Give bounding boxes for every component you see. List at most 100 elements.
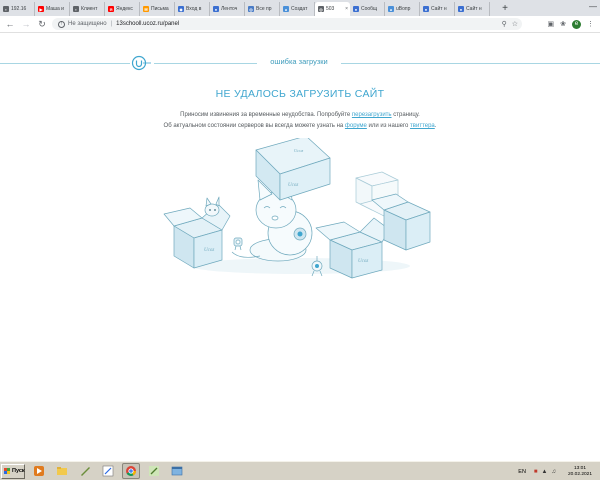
navigation-bar: ← → ↻ ! Не защищено | 13schooll.ucoz.ru/… — [0, 16, 600, 33]
users-icon: ● — [353, 6, 359, 12]
back-icon[interactable]: ← — [4, 18, 16, 30]
edit-icon[interactable] — [145, 463, 163, 479]
tab-title: Клиент — [81, 6, 98, 12]
browser-tab[interactable]: ● Ленточ — [210, 2, 245, 16]
browser-tab[interactable]: Я Яндекс — [105, 2, 140, 16]
tab-title: 192.16 — [11, 6, 27, 12]
window-icon[interactable] — [168, 463, 186, 479]
reload-icon[interactable]: ↻ — [36, 18, 48, 30]
globe-icon: ◎ — [248, 6, 254, 12]
browser-tab[interactable]: ▪ Клиент — [70, 2, 105, 16]
message-text: . — [434, 123, 437, 129]
tab-title: Маша и — [46, 6, 64, 12]
taskbar: Пуск EN ■ ▲ ♫ 13:01 20.02.2021 — [0, 461, 600, 480]
ucoz-logo[interactable] — [131, 54, 153, 72]
network-icon[interactable]: ▲ — [542, 469, 548, 475]
tab-title: Письма — [151, 6, 169, 12]
page-title: НЕ УДАЛОСЬ ЗАГРУЗИТЬ САЙТ — [215, 88, 385, 100]
apology-message: Приносим извинения за временные неудобст… — [0, 112, 600, 118]
browser-tab[interactable]: ◎ Все пр — [245, 2, 280, 16]
divider — [341, 63, 600, 64]
tray-app-icon[interactable]: ■ — [534, 469, 538, 475]
box-left: Ucoz — [163, 203, 231, 269]
small-cat — [204, 196, 220, 217]
reload-link[interactable]: перезагрузить — [352, 112, 392, 118]
profile-avatar[interactable]: e — [572, 19, 581, 29]
globe-icon: ◎ — [318, 6, 324, 12]
star-icon[interactable]: ☆ — [512, 20, 518, 28]
toolbar-right: ▣ ❀ e ⋮ — [542, 18, 594, 30]
windows-logo-icon — [4, 468, 10, 474]
users-icon: ● — [458, 6, 464, 12]
tab-title: uВопр — [396, 6, 411, 12]
doc-icon: ▪ — [3, 6, 9, 12]
box-label: Ucoz — [204, 248, 214, 253]
extension-icon[interactable]: ▣ — [548, 20, 555, 28]
browser-tab[interactable]: ● Сайт н — [420, 2, 455, 16]
chrome-icon[interactable] — [122, 463, 140, 479]
close-tab-icon[interactable]: × — [345, 6, 348, 12]
browser-window: ▪ 192.16 ▶ Маша и ▪ Клиент Я Яндекс ✉ Письма ◆ Вход… — [0, 0, 600, 480]
browser-tab[interactable]: ▪ 192.16 — [0, 2, 35, 16]
clock-date: 20.02.2021 — [567, 471, 592, 477]
paint-icon[interactable] — [99, 463, 117, 479]
address-bar[interactable]: ! Не защищено | 13schooll.ucoz.ru/panel … — [52, 18, 522, 30]
address-bar-actions: ⚲ ☆ — [497, 18, 518, 30]
page-content: ошибка загрузки НЕ УДАЛОСЬ ЗАГРУЗИТЬ САЙ… — [0, 33, 600, 461]
tab-title: Сайт н — [466, 6, 482, 12]
box-label: Ucoz — [288, 183, 298, 188]
menu-icon[interactable]: ⋮ — [587, 20, 594, 28]
tab-title: 503 — [326, 6, 335, 12]
tab-title: Сайт н — [431, 6, 447, 12]
users-icon: ● — [423, 6, 429, 12]
forum-link[interactable]: форуме — [345, 123, 367, 129]
message-text: Об актуальном состоянии серверов вы всег… — [163, 123, 345, 129]
tab-title: Яндекс — [116, 6, 133, 12]
browser-tab[interactable]: ▶ Маша и — [35, 2, 70, 16]
volume-icon[interactable]: ♫ — [552, 469, 557, 475]
system-tray: EN ■ ▲ ♫ 13:01 20.02.2021 — [518, 462, 600, 480]
browser-tab[interactable]: ◎ 503 × — [315, 2, 350, 16]
youtube-icon: ▶ — [38, 6, 44, 12]
start-button[interactable]: Пуск — [1, 463, 25, 479]
yandex-icon: Я — [108, 6, 114, 12]
zoom-icon[interactable]: ⚲ — [502, 20, 507, 28]
browser-tab[interactable]: ◆ Вход в — [175, 2, 210, 16]
users-icon: ● — [213, 6, 219, 12]
tab-title: Все пр — [256, 6, 272, 12]
error-illustration: Ucoz Ucoz Ucoz Ucoz — [163, 138, 431, 279]
info-icon[interactable]: ! — [58, 20, 65, 28]
browser-tab[interactable]: u Создат — [280, 2, 315, 16]
clock[interactable]: 13:01 20.02.2021 — [560, 466, 600, 478]
message-text: страницу. — [391, 112, 420, 118]
browser-tab[interactable]: ● Сообщ — [350, 2, 385, 16]
box-label: Ucoz — [294, 148, 303, 153]
tools-icon[interactable] — [76, 463, 94, 479]
forward-icon[interactable]: → — [20, 18, 32, 30]
puzzle-icon[interactable]: ❀ — [560, 20, 566, 28]
tab-title: Сообщ — [361, 6, 378, 12]
diamond-icon: ◆ — [178, 6, 184, 12]
separator: | — [110, 21, 113, 27]
divider — [0, 63, 130, 64]
language-indicator[interactable]: EN — [518, 469, 526, 475]
twitter-link[interactable]: твиттера — [410, 123, 435, 129]
message-text: Приносим извинения за временные неудобст… — [180, 112, 352, 118]
tab-title: Создат — [291, 6, 308, 12]
browser-tab[interactable]: ● Сайт н — [455, 2, 490, 16]
folder-icon[interactable] — [53, 463, 71, 479]
media-player-icon[interactable] — [30, 463, 48, 479]
error-label: ошибка загрузки — [270, 57, 328, 66]
ucoz-icon: u — [388, 6, 394, 12]
box-label: Ucoz — [358, 259, 368, 264]
mail-icon: ✉ — [143, 6, 149, 12]
start-label: Пуск — [12, 468, 25, 474]
tab-strip: ▪ 192.16 ▶ Маша и ▪ Клиент Я Яндекс ✉ Письма ◆ Вход… — [0, 0, 600, 16]
browser-tab[interactable]: ✉ Письма — [140, 2, 175, 16]
doc-icon: ▪ — [73, 6, 79, 12]
minimize-button[interactable]: — — [589, 2, 597, 11]
status-message: Об актуальном состоянии серверов вы всег… — [0, 123, 600, 129]
message-text: или из нашего — [366, 123, 411, 129]
new-tab-button[interactable]: + — [498, 2, 512, 16]
browser-tab[interactable]: u uВопр — [385, 2, 420, 16]
